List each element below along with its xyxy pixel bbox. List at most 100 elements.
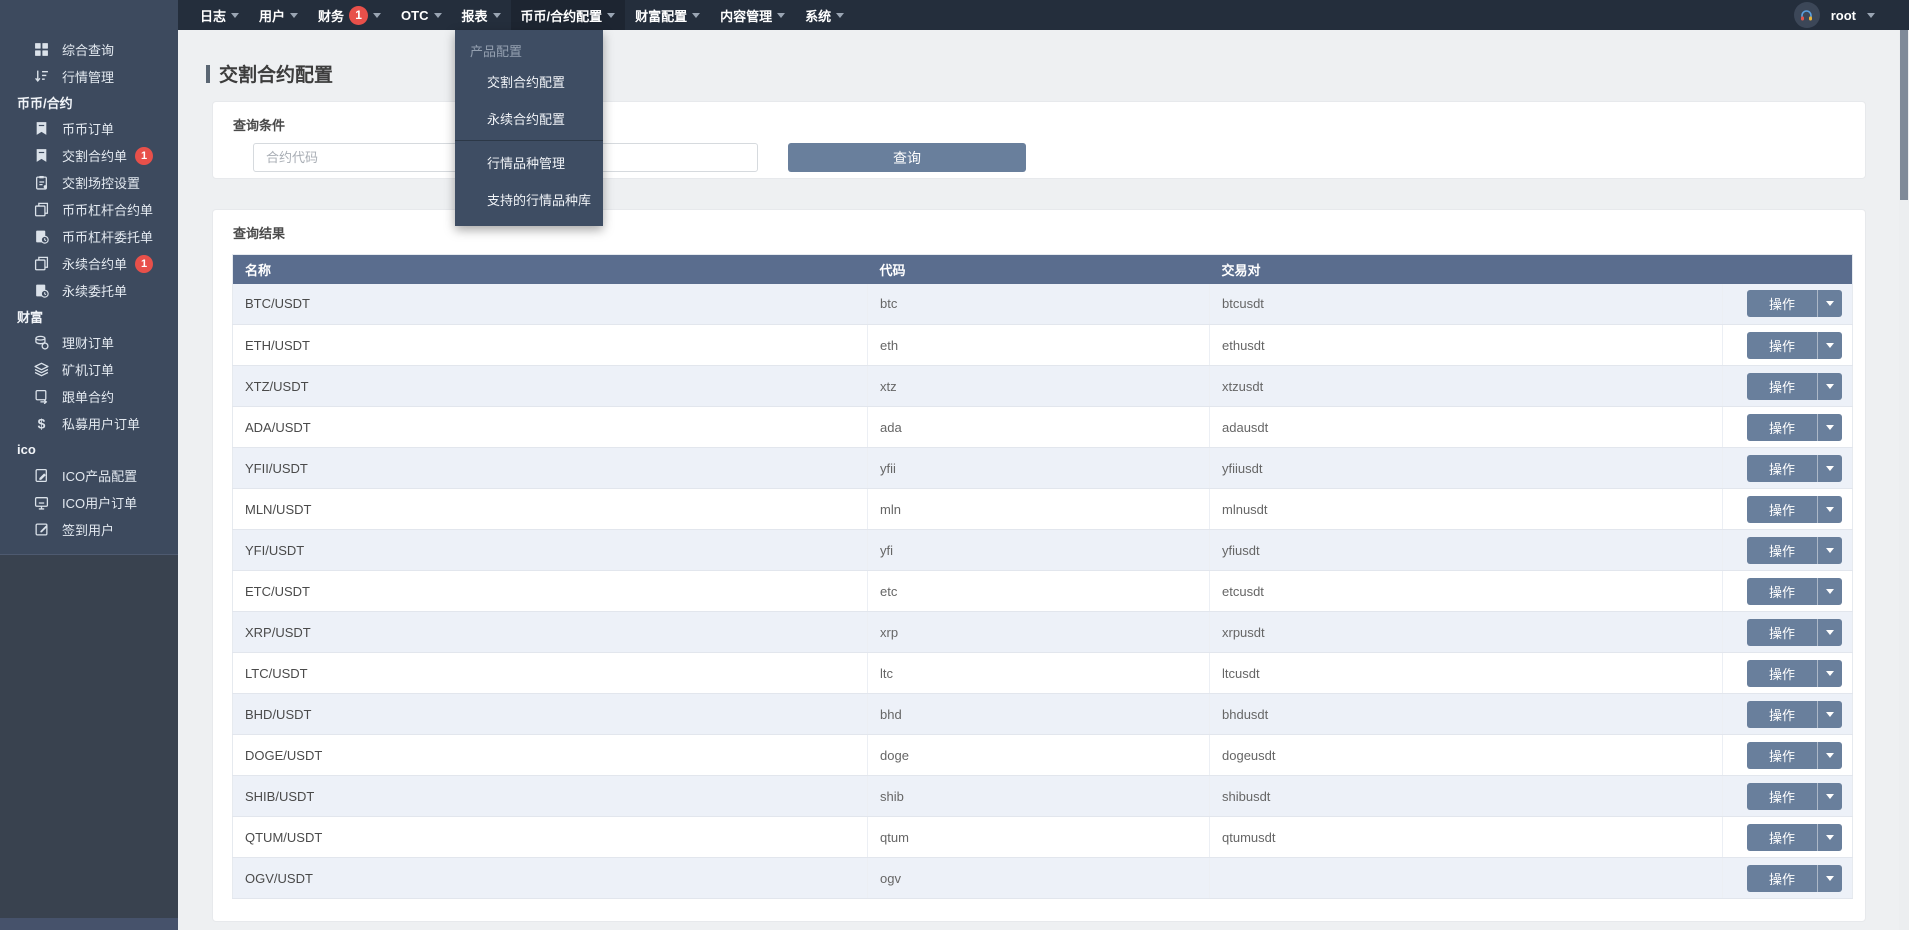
row-action-dropdown-toggle[interactable]: [1817, 578, 1842, 605]
row-action-button[interactable]: 操作: [1747, 660, 1817, 687]
search-button[interactable]: 查询: [788, 143, 1026, 172]
caret-down-icon: [1826, 794, 1834, 799]
sidebar-item[interactable]: 签到用户: [0, 516, 178, 543]
table-row: YFI/USDT yfi yfiusdt 操作: [233, 530, 1853, 571]
cell-actions: 操作: [1723, 776, 1853, 817]
cell-actions: 操作: [1723, 612, 1853, 653]
cell-name: ADA/USDT: [233, 407, 868, 448]
nav-menu-item[interactable]: 内容管理: [710, 0, 795, 30]
cell-pair: yfiiusdt: [1210, 448, 1723, 489]
dropdown-item[interactable]: 永续合约配置: [455, 100, 603, 137]
cell-name: OGV/USDT: [233, 858, 868, 899]
row-action-button[interactable]: 操作: [1747, 619, 1817, 646]
caret-down-icon: [290, 13, 298, 18]
action-split-button: 操作: [1747, 332, 1842, 359]
row-action-button[interactable]: 操作: [1747, 373, 1817, 400]
cell-name: BTC/USDT: [233, 284, 868, 325]
check-edit-icon: [34, 522, 49, 537]
row-action-button[interactable]: 操作: [1747, 496, 1817, 523]
row-action-dropdown-toggle[interactable]: [1817, 742, 1842, 769]
action-split-button: 操作: [1747, 701, 1842, 728]
sidebar-item[interactable]: $ 私募用户订单: [0, 410, 178, 437]
row-action-button[interactable]: 操作: [1747, 578, 1817, 605]
column-header: 代码: [868, 255, 1210, 284]
cell-pair: mlnusdt: [1210, 489, 1723, 530]
row-action-dropdown-toggle[interactable]: [1817, 537, 1842, 564]
product-config-dropdown: 产品配置 交割合约配置 永续合约配置 行情品种管理: [455, 30, 603, 226]
user-menu[interactable]: root: [1831, 8, 1875, 23]
row-action-dropdown-toggle[interactable]: [1817, 783, 1842, 810]
nav-menu-item[interactable]: 报表: [452, 0, 511, 30]
sidebar-item[interactable]: 跟单合约: [0, 383, 178, 410]
cell-name: ETC/USDT: [233, 571, 868, 612]
row-action-button[interactable]: 操作: [1747, 455, 1817, 482]
sidebar-item[interactable]: 永续委托单: [0, 277, 178, 304]
caret-down-icon: [1826, 712, 1834, 717]
dropdown-item[interactable]: 交割合约配置: [455, 63, 603, 100]
caret-down-icon: [1826, 671, 1834, 676]
sidebar-item[interactable]: 币币杠杆委托单: [0, 223, 178, 250]
caret-down-icon: [1826, 425, 1834, 430]
cell-code: eth: [868, 325, 1210, 366]
row-action-button[interactable]: 操作: [1747, 742, 1817, 769]
row-action-dropdown-toggle[interactable]: [1817, 824, 1842, 851]
page-scrollbar[interactable]: [1899, 30, 1909, 930]
row-action-dropdown-toggle[interactable]: [1817, 496, 1842, 523]
dropdown-item[interactable]: 行情品种管理: [455, 144, 603, 181]
sidebar-item[interactable]: 综合查询: [0, 36, 178, 63]
row-action-dropdown-toggle[interactable]: [1817, 865, 1842, 892]
action-split-button: 操作: [1747, 783, 1842, 810]
sidebar-item[interactable]: 矿机订单: [0, 356, 178, 383]
row-action-button[interactable]: 操作: [1747, 414, 1817, 441]
copy-icon: [34, 256, 49, 271]
dropdown-item[interactable]: 支持的行情品种库: [455, 181, 603, 218]
row-action-dropdown-toggle[interactable]: [1817, 701, 1842, 728]
nav-menu-item[interactable]: 币币/合约配置: [511, 0, 626, 30]
nav-menu-label: 系统: [805, 6, 831, 25]
file-edit-icon: [34, 468, 49, 483]
row-action-button[interactable]: 操作: [1747, 290, 1817, 317]
row-action-dropdown-toggle[interactable]: [1817, 373, 1842, 400]
row-action-button[interactable]: 操作: [1747, 537, 1817, 564]
row-action-dropdown-toggle[interactable]: [1817, 660, 1842, 687]
cell-code: qtum: [868, 817, 1210, 858]
nav-menu-item[interactable]: 财务 1: [308, 0, 391, 30]
row-action-dropdown-toggle[interactable]: [1817, 619, 1842, 646]
sidebar-item[interactable]: 理财订单: [0, 329, 178, 356]
nav-menu-label: 报表: [462, 6, 488, 25]
sidebar-item[interactable]: 币币杠杆合约单: [0, 196, 178, 223]
row-action-dropdown-toggle[interactable]: [1817, 455, 1842, 482]
cell-pair: adausdt: [1210, 407, 1723, 448]
row-action-dropdown-toggle[interactable]: [1817, 414, 1842, 441]
sidebar-item[interactable]: 币币订单: [0, 115, 178, 142]
nav-menu-item[interactable]: 系统: [795, 0, 854, 30]
table-row: SHIB/USDT shib shibusdt 操作: [233, 776, 1853, 817]
caret-down-icon: [1826, 548, 1834, 553]
row-action-dropdown-toggle[interactable]: [1817, 332, 1842, 359]
sidebar-item-label: 币币订单: [62, 119, 114, 138]
cell-pair: xrpusdt: [1210, 612, 1723, 653]
row-action-button[interactable]: 操作: [1747, 332, 1817, 359]
sidebar-collapse-bar[interactable]: [0, 918, 178, 930]
row-action-button[interactable]: 操作: [1747, 701, 1817, 728]
cell-code: ogv: [868, 858, 1210, 899]
scrollbar-thumb[interactable]: [1900, 30, 1908, 200]
nav-menu-item[interactable]: OTC: [391, 0, 451, 30]
nav-menu-label: 币币/合约配置: [521, 6, 603, 25]
sidebar-item[interactable]: 交割场控设置: [0, 169, 178, 196]
sidebar-item[interactable]: 永续合约单 1: [0, 250, 178, 277]
row-action-dropdown-toggle[interactable]: [1817, 290, 1842, 317]
cell-code: doge: [868, 735, 1210, 776]
action-split-button: 操作: [1747, 537, 1842, 564]
sidebar-item[interactable]: 行情管理: [0, 63, 178, 90]
sidebar-item[interactable]: ICO产品配置: [0, 462, 178, 489]
nav-menu-item[interactable]: 用户: [249, 0, 308, 30]
support-button[interactable]: [1794, 2, 1820, 28]
nav-menu-item[interactable]: 日志: [190, 0, 249, 30]
row-action-button[interactable]: 操作: [1747, 783, 1817, 810]
row-action-button[interactable]: 操作: [1747, 865, 1817, 892]
nav-menu-item[interactable]: 财富配置: [625, 0, 710, 30]
sidebar-item[interactable]: ICO用户订单: [0, 489, 178, 516]
sidebar-item[interactable]: 交割合约单 1: [0, 142, 178, 169]
row-action-button[interactable]: 操作: [1747, 824, 1817, 851]
